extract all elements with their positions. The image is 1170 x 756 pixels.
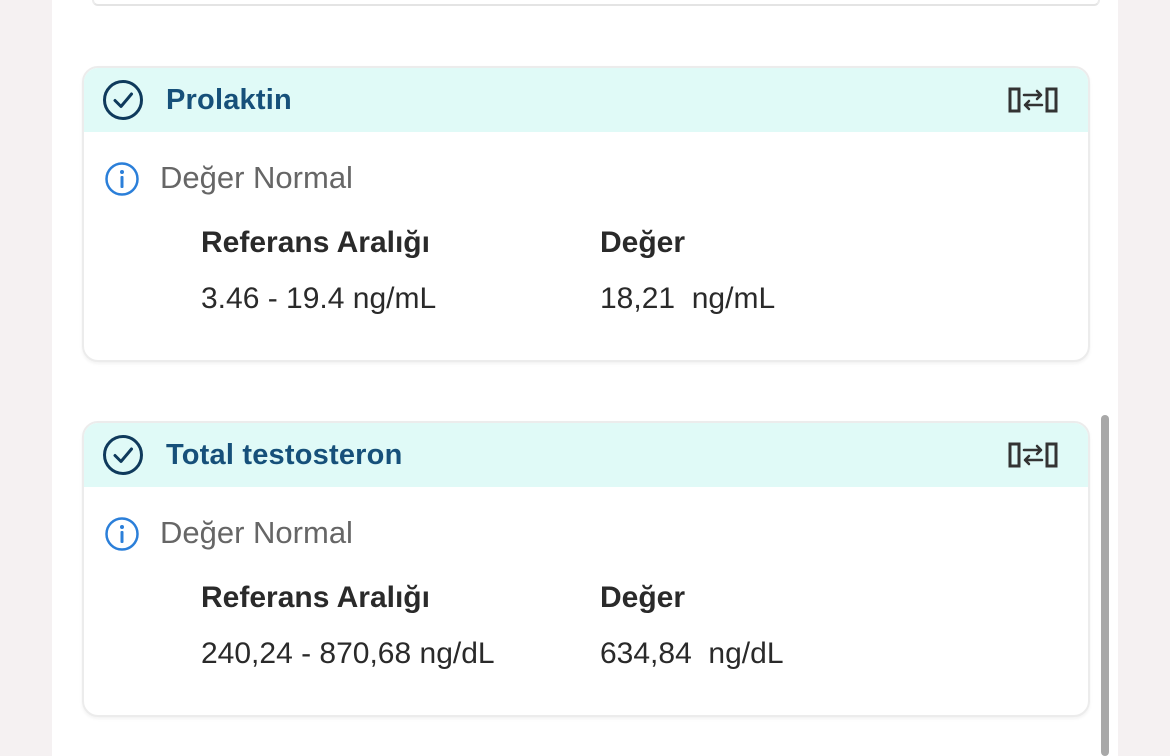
check-circle-icon (103, 435, 143, 475)
reference-label: Referans Aralığı (201, 581, 430, 614)
card-header: Total testosteron (84, 423, 1088, 487)
card-header: Prolaktin (84, 68, 1088, 132)
result-value: 634,84 ng/dL (600, 637, 784, 670)
previous-card-edge (92, 0, 1100, 6)
scrollbar[interactable] (1101, 415, 1109, 756)
result-card-prolaktin: Prolaktin Değer Normal Referans Aralığı … (82, 66, 1090, 362)
compare-arrows-icon[interactable] (1008, 83, 1060, 117)
status-text: Değer Normal (160, 515, 353, 550)
value-label: Değer (600, 581, 686, 614)
compare-arrows-icon[interactable] (1008, 438, 1060, 472)
result-card-total-testosteron: Total testosteron Değer Normal Referans … (82, 421, 1090, 717)
reference-label: Referans Aralığı (201, 226, 430, 259)
check-circle-icon (103, 80, 143, 120)
info-circle-icon (105, 162, 139, 196)
card-title: Prolaktin (166, 84, 292, 116)
reference-value: 240,24 - 870,68 ng/dL (201, 637, 495, 670)
card-title: Total testosteron (166, 439, 403, 471)
info-circle-icon (105, 517, 139, 551)
reference-value: 3.46 - 19.4 ng/mL (201, 282, 437, 315)
status-text: Değer Normal (160, 160, 353, 195)
value-label: Değer (600, 226, 686, 259)
result-value: 18,21 ng/mL (600, 282, 776, 315)
results-page: Prolaktin Değer Normal Referans Aralığı … (52, 0, 1118, 756)
